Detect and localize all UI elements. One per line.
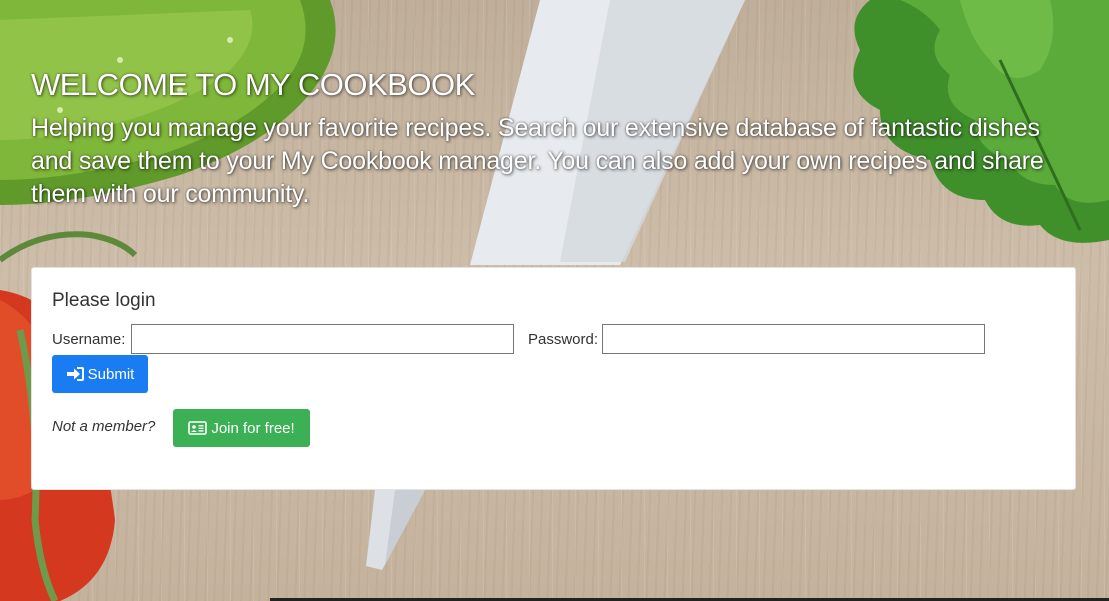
username-input[interactable] [131,324,514,354]
password-input[interactable] [602,324,985,354]
page: WELCOME TO MY COOKBOOK Helping you manag… [0,0,1109,601]
sign-in-icon [66,367,84,381]
page-title: WELCOME TO MY COOKBOOK [31,67,475,102]
not-member-text: Not a member? [52,418,156,435]
hero-section: WELCOME TO MY COOKBOOK Helping you manag… [31,66,1051,211]
login-card: Please login Username: Password: Submit … [31,267,1076,490]
submit-button[interactable]: Submit [52,355,148,393]
join-button[interactable]: Join for free! [173,409,310,447]
login-heading: Please login [52,290,156,311]
submit-label: Submit [87,365,135,383]
id-card-icon [188,421,208,435]
join-label: Join for free! [211,419,295,437]
username-label: Username: [52,331,126,348]
password-label: Password: [528,331,599,348]
hero-description: Helping you manage your favorite recipes… [31,114,1044,208]
